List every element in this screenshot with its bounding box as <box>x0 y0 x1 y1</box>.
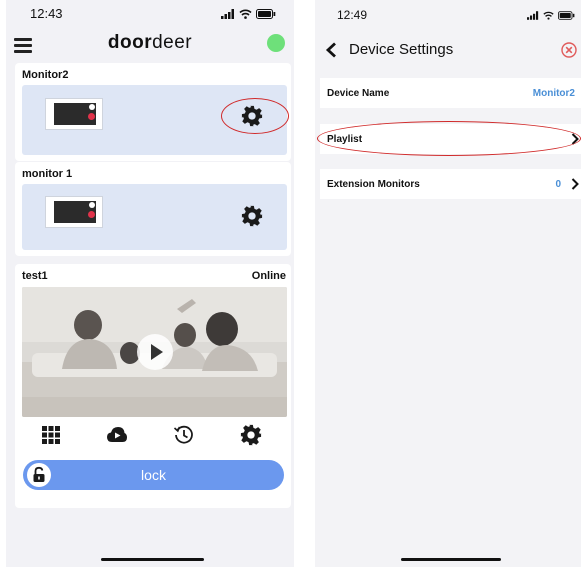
camera-preview[interactable] <box>22 287 287 417</box>
status-bar: 12:49 <box>315 0 581 24</box>
device-name: monitor 1 <box>22 168 73 180</box>
device-card-monitor2: Monitor2 <box>15 63 291 161</box>
battery-icon <box>256 9 276 19</box>
row-value: 0 <box>555 179 561 190</box>
settings-row-extension-monitors[interactable]: Extension Monitors 0 <box>320 169 581 199</box>
back-chevron-icon[interactable] <box>325 42 337 58</box>
app-header: doordeer <box>6 28 294 62</box>
settings-header: Device Settings <box>315 28 581 62</box>
camera-action-row <box>22 422 287 448</box>
home-indicator <box>401 558 501 561</box>
connection-status-dot <box>267 34 285 52</box>
battery-icon <box>558 11 575 20</box>
device-card-monitor-1: monitor 1 <box>15 162 291 256</box>
status-time: 12:49 <box>337 8 368 22</box>
camera-name: test1 <box>22 270 48 282</box>
signal-icon <box>221 9 234 19</box>
wifi-icon <box>543 11 554 20</box>
camera-status: Online <box>251 270 286 282</box>
row-value: Monitor2 <box>532 88 575 99</box>
row-label: Device Name <box>327 88 390 99</box>
close-icon[interactable] <box>561 42 577 58</box>
status-icons <box>527 11 575 20</box>
row-label: Extension Monitors <box>327 179 420 190</box>
history-icon[interactable] <box>173 424 195 446</box>
device-panel[interactable] <box>22 184 287 250</box>
gear-icon[interactable] <box>240 424 262 446</box>
settings-row-device-name[interactable]: Device Name Monitor2 <box>320 78 581 108</box>
wifi-icon <box>239 9 252 19</box>
device-name: Monitor2 <box>22 69 69 81</box>
camera-card-test1: test1 Online lock <box>15 264 291 508</box>
app-logo: doordeer <box>107 32 193 53</box>
lock-button[interactable]: lock <box>23 460 284 490</box>
monitor-device-image <box>45 98 103 130</box>
page-title: Device Settings <box>349 41 454 58</box>
status-time: 12:43 <box>30 6 63 21</box>
gear-icon[interactable] <box>241 205 263 227</box>
annotation-ellipse <box>317 121 581 156</box>
device-settings-screen: 12:49 Device Settings Device Name Monito… <box>315 0 581 567</box>
settings-row-playlist[interactable]: Playlist <box>317 121 581 156</box>
signal-icon <box>527 11 539 20</box>
home-indicator <box>101 558 204 561</box>
monitor-device-image <box>45 196 103 228</box>
status-icons <box>221 9 276 19</box>
status-bar: 12:43 <box>6 0 294 24</box>
doordeer-home-screen: 12:43 doordeer Monitor2 monitor 1 test1 … <box>6 0 294 567</box>
cloud-play-icon[interactable] <box>106 424 128 446</box>
annotation-circle <box>221 98 289 134</box>
lock-label: lock <box>141 467 166 483</box>
device-panel[interactable] <box>22 85 289 155</box>
chevron-right-icon <box>571 178 579 190</box>
grid-icon[interactable] <box>40 424 62 446</box>
play-button[interactable] <box>137 334 173 370</box>
